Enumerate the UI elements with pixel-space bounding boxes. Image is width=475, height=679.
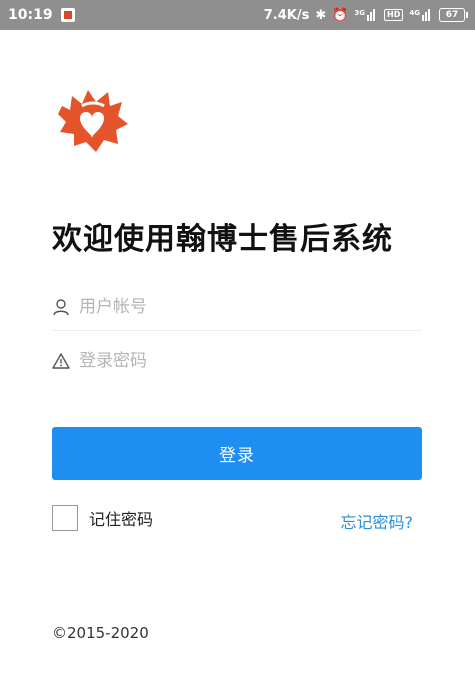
forgot-password-link[interactable]: 忘记密码? [341,509,414,533]
app-logo [58,90,128,152]
bluetooth-icon: ✱ [315,7,327,23]
status-time: 10:19 [8,7,53,23]
remember-password[interactable]: 记住密码 [52,505,153,531]
password-field [52,337,422,385]
signal-sim2-icon: 4G [409,9,433,21]
hd-icon: HD [384,9,404,21]
password-input[interactable] [79,351,399,371]
remember-label: 记住密码 [89,510,154,529]
battery-icon: 67 [439,8,468,22]
remember-checkbox[interactable] [52,505,78,531]
user-icon [52,298,70,316]
username-field [52,283,422,331]
status-left: 10:19 [8,7,75,23]
page-title: 欢迎使用翰博士售后系统 [52,222,393,257]
notification-icon [60,8,75,22]
signal-sim1-icon: 3G [354,9,378,21]
username-input[interactable] [79,296,399,317]
warning-icon [52,352,70,370]
alarm-icon: ⏰ [332,7,349,23]
status-bar: 10:19 7.4K/s ✱ ⏰ 3G HD 4G 67 [0,0,475,30]
login-button[interactable]: 登录 [52,427,422,480]
status-right: 7.4K/s ✱ ⏰ 3G HD 4G 67 [263,7,468,23]
copyright: ©2015-2020 [52,624,149,642]
network-speed: 7.4K/s [263,7,310,23]
